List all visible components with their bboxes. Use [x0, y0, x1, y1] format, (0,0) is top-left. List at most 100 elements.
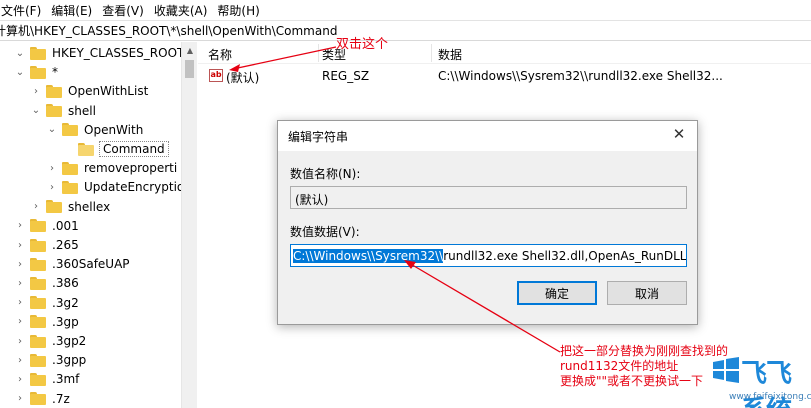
- tree-item-label: .3g2: [52, 295, 79, 310]
- chevron-right-icon[interactable]: ›: [14, 297, 26, 309]
- chevron-right-icon[interactable]: ›: [14, 354, 26, 366]
- menu-view[interactable]: 查看(V): [97, 2, 149, 19]
- tree-item[interactable]: ⌄ shell: [30, 101, 96, 121]
- close-icon[interactable]: ✕: [669, 124, 689, 144]
- value-type: REG_SZ: [322, 69, 370, 83]
- scroll-up-icon[interactable]: ▲: [182, 42, 198, 58]
- registry-tree: ⌄ HKEY_CLASSES_ROOT ⌄ * › OpenWithList ⌄ shell ⌄…: [0, 42, 197, 408]
- tree-item[interactable]: › OpenWithList: [30, 81, 148, 101]
- chevron-down-icon[interactable]: ⌄: [30, 105, 42, 117]
- ok-button[interactable]: 确定: [517, 281, 597, 305]
- scroll-thumb[interactable]: [185, 60, 194, 78]
- tree-item[interactable]: › .3g2: [14, 293, 79, 313]
- tree-item[interactable]: ⌄ HKEY_CLASSES_ROOT: [14, 43, 185, 63]
- chevron-right-icon[interactable]: ›: [14, 239, 26, 251]
- tree-item-label: shell: [68, 103, 96, 118]
- chevron-right-icon[interactable]: ›: [46, 162, 58, 174]
- folder-icon: [30, 238, 46, 252]
- chevron-right-icon[interactable]: ›: [46, 181, 58, 193]
- annotation-line: 把这一部分替换为刚刚查找到的: [560, 344, 729, 358]
- chevron-right-icon[interactable]: ›: [14, 277, 26, 289]
- folder-icon: [46, 200, 62, 214]
- tree-item[interactable]: › .7z: [14, 389, 70, 408]
- folder-icon: [30, 334, 46, 348]
- value-data: C:\\Windows\\Sysrem32\\rundll32.exe Shel…: [438, 69, 723, 83]
- folder-icon: [62, 161, 78, 175]
- tree-item[interactable]: › .001: [14, 216, 79, 236]
- tree-item[interactable]: › .3gpp: [14, 350, 86, 370]
- folder-icon: [30, 65, 46, 79]
- folder-icon: [46, 104, 62, 118]
- tree-item-label: .3gp: [52, 314, 79, 329]
- folder-icon: [30, 219, 46, 233]
- annotation-double-click: 双击这个: [336, 37, 389, 52]
- tree-item[interactable]: › .3gp: [14, 312, 79, 332]
- annotation-replace-note: 把这一部分替换为刚刚查找到的 rund1132文件的地址 更换成""或者不更换试…: [560, 344, 729, 389]
- value-data-input[interactable]: C:\\Windows\\Sysrem32\\rundll32.exe Shel…: [290, 244, 687, 267]
- folder-icon: [30, 392, 46, 406]
- chevron-right-icon[interactable]: ›: [14, 393, 26, 405]
- folder-icon: [30, 296, 46, 310]
- folder-icon: [30, 257, 46, 271]
- tree-item-label: *: [52, 65, 58, 80]
- tree-item-label: .001: [52, 218, 79, 233]
- folder-icon: [62, 123, 78, 137]
- tree-item[interactable]: › .386: [14, 273, 79, 293]
- tree-item-label: removeproperti: [84, 161, 178, 176]
- menu-favorites[interactable]: 收藏夹(A): [149, 2, 213, 19]
- tree-item[interactable]: › removeproperti: [46, 158, 177, 178]
- chevron-right-icon[interactable]: ›: [14, 373, 26, 385]
- folder-icon: [30, 372, 46, 386]
- value-data-label: 数值数据(V):: [290, 225, 360, 239]
- tree-item[interactable]: › .3gp2: [14, 331, 86, 351]
- tree-line-spacer: [62, 143, 74, 155]
- column-data[interactable]: 数据: [438, 46, 462, 63]
- menu-bar: 文件(F) 编辑(E) 查看(V) 收藏夹(A) 帮助(H): [0, 0, 811, 20]
- tree-item[interactable]: ⌄ *: [14, 62, 58, 82]
- tree-item[interactable]: ⌄ OpenWith: [46, 120, 144, 140]
- address-bar[interactable]: 计算机\HKEY_CLASSES_ROOT\*\shell\OpenWith\C…: [0, 20, 811, 41]
- chevron-right-icon[interactable]: ›: [14, 335, 26, 347]
- cancel-button[interactable]: 取消: [607, 281, 687, 305]
- menu-help[interactable]: 帮助(H): [212, 2, 264, 19]
- tree-item-label: shellex: [68, 199, 111, 214]
- tree-item-label: .3mf: [52, 372, 80, 387]
- folder-icon: [46, 84, 62, 98]
- chevron-right-icon[interactable]: ›: [14, 316, 26, 328]
- watermark: 飞飞系统 www.feifeixitong.com: [711, 350, 811, 408]
- unselected-text: rundll32.exe Shell32.dll,OpenAs_RunDLL %…: [443, 249, 687, 263]
- tree-item[interactable]: Command: [62, 139, 169, 159]
- tree-item-label: .360SafeUAP: [52, 257, 130, 272]
- tree-item[interactable]: › .3mf: [14, 369, 79, 389]
- tree-item[interactable]: › UpdateEncryptio: [46, 177, 184, 197]
- tree-item[interactable]: › .265: [14, 235, 79, 255]
- folder-icon: [30, 46, 46, 60]
- tree-item-label: OpenWith: [84, 122, 144, 137]
- dialog-body: 数值名称(N): (默认) 数值数据(V): C:\\Windows\\Sysr…: [278, 151, 697, 324]
- chevron-down-icon[interactable]: ⌄: [14, 66, 26, 78]
- tree-scrollbar[interactable]: ▲: [181, 42, 197, 408]
- chevron-right-icon[interactable]: ›: [30, 201, 42, 213]
- annotation-line: 更换成""或者不更换试一下: [560, 374, 704, 388]
- tree-item-label: UpdateEncryptio: [84, 180, 185, 195]
- edit-string-dialog: 编辑字符串 ✕ 数值名称(N): (默认) 数值数据(V): C:\\Windo…: [277, 120, 698, 325]
- tree-item-label: .7z: [52, 391, 70, 406]
- address-path[interactable]: 计算机\HKEY_CLASSES_ROOT\*\shell\OpenWith\C…: [0, 22, 337, 39]
- tree-item-label: .265: [52, 238, 79, 252]
- tree-item-label: Command: [99, 141, 169, 157]
- tree-item-label: OpenWithList: [68, 84, 149, 99]
- tree-item[interactable]: › .360SafeUAP: [14, 254, 130, 274]
- chevron-down-icon[interactable]: ⌄: [14, 47, 26, 59]
- column-separator[interactable]: [318, 44, 319, 62]
- menu-edit[interactable]: 编辑(E): [46, 2, 97, 19]
- value-row-default[interactable]: ab (默认) REG_SZ C:\\Windows\\Sysrem32\\ru…: [198, 66, 811, 86]
- tree-item[interactable]: › shellex: [30, 197, 110, 217]
- menu-file[interactable]: 文件(F): [0, 2, 46, 19]
- chevron-right-icon[interactable]: ›: [14, 258, 26, 270]
- column-separator[interactable]: [431, 44, 432, 62]
- tree-item-label: .3gp2: [52, 334, 87, 348]
- chevron-right-icon[interactable]: ›: [14, 220, 26, 232]
- chevron-down-icon[interactable]: ⌄: [46, 124, 58, 136]
- chevron-right-icon[interactable]: ›: [30, 85, 42, 97]
- column-name[interactable]: 名称: [208, 46, 232, 63]
